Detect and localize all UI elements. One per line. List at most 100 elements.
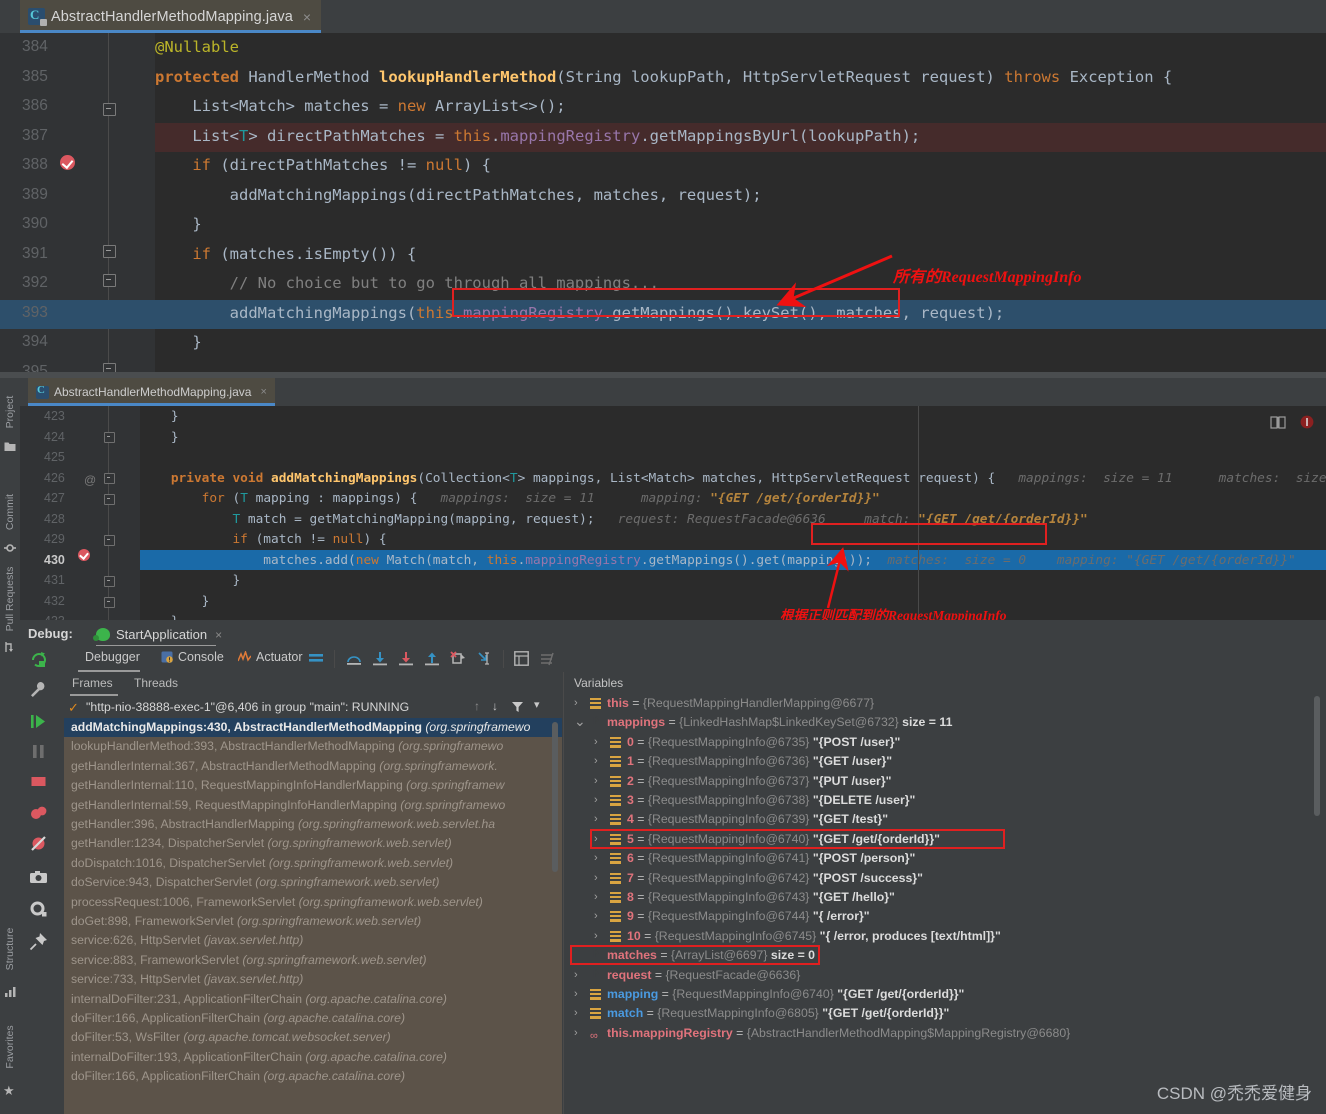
frame-row[interactable]: service:733, HttpServlet (javax.servlet.… xyxy=(64,970,562,989)
variable-row[interactable]: › 4 = {RequestMappingInfo@6739} "{GET /te… xyxy=(568,810,1326,829)
toolwindow-project-label[interactable]: Project xyxy=(4,385,16,439)
resume-icon[interactable] xyxy=(29,712,48,731)
drop-frame-icon[interactable] xyxy=(450,651,466,666)
chevron-down-icon[interactable]: ⌄ xyxy=(574,713,586,730)
tab-console[interactable]: Console xyxy=(161,650,224,664)
breakpoint-line-387[interactable] xyxy=(60,155,75,170)
chevron-right-icon[interactable]: › xyxy=(594,910,598,922)
toolwindow-pullrequests-label[interactable]: Pull Requests xyxy=(4,559,16,639)
thread-row[interactable]: ✓ "http-nio-38888-exec-1"@6,406 in group… xyxy=(62,696,562,718)
editor-tab-abstracthandlermethodmapping-2[interactable]: AbstractHandlerMethodMapping.java × xyxy=(28,378,275,406)
chevron-right-icon[interactable]: › xyxy=(594,930,598,942)
fold-marker-394[interactable] xyxy=(103,363,116,372)
chevron-right-icon[interactable]: › xyxy=(594,891,598,903)
tab-debugger[interactable]: Debugger xyxy=(80,650,140,664)
run-to-cursor-icon[interactable] xyxy=(476,651,492,666)
call-stack-frames-list[interactable]: addMatchingMappings:430, AbstractHandler… xyxy=(64,718,562,1114)
variable-row[interactable]: › this = {RequestMappingHandlerMapping@66… xyxy=(568,694,1326,713)
frame-row[interactable]: getHandler:396, AbstractHandlerMapping (… xyxy=(64,815,562,834)
frame-row[interactable]: doFilter:166, ApplicationFilterChain (or… xyxy=(64,1067,562,1086)
toolwindow-favorites-label[interactable]: Favorites xyxy=(4,1014,16,1080)
variables-scrollbar[interactable] xyxy=(1314,696,1320,816)
chevron-right-icon[interactable]: › xyxy=(574,969,578,981)
frames-scrollbar[interactable] xyxy=(552,722,558,872)
annotation-gutter-icon[interactable]: @ xyxy=(84,473,96,487)
frame-row[interactable]: internalDoFilter:231, ApplicationFilterC… xyxy=(64,990,562,1009)
frame-row[interactable]: processRequest:1006, FrameworkServlet (o… xyxy=(64,893,562,912)
frame-row[interactable]: getHandlerInternal:367, AbstractHandlerM… xyxy=(64,757,562,776)
settings-gear-icon[interactable] xyxy=(29,900,48,919)
settings-wrench-icon[interactable] xyxy=(29,680,48,699)
fold-marker-391[interactable] xyxy=(103,274,116,287)
variable-row[interactable]: › 3 = {RequestMappingInfo@6738} "{DELETE … xyxy=(568,791,1326,810)
variable-row[interactable]: › 5 = {RequestMappingInfo@6740} "{GET /ge… xyxy=(568,830,1326,849)
close-icon[interactable]: × xyxy=(303,9,311,25)
variables-tree[interactable]: › this = {RequestMappingHandlerMapping@66… xyxy=(568,694,1326,1114)
mute-breakpoints-icon[interactable] xyxy=(29,834,48,853)
variable-row[interactable]: › 0 = {RequestMappingInfo@6735} "{POST /u… xyxy=(568,733,1326,752)
chevron-right-icon[interactable]: › xyxy=(574,1007,578,1019)
snapshot-icon[interactable] xyxy=(29,868,48,887)
frame-row[interactable]: getHandler:1234, DispatcherServlet (org.… xyxy=(64,834,562,853)
book-icon[interactable] xyxy=(1270,416,1286,429)
arrow-down-icon[interactable]: ↓ xyxy=(492,699,498,713)
rerun-icon[interactable] xyxy=(29,650,48,669)
variable-row[interactable]: › 9 = {RequestMappingInfo@6744} "{ /error… xyxy=(568,907,1326,926)
frame-row[interactable]: doFilter:53, WsFilter (org.apache.tomcat… xyxy=(64,1028,562,1047)
variable-row[interactable]: › 8 = {RequestMappingInfo@6743} "{GET /he… xyxy=(568,888,1326,907)
debug-run-configuration-tab[interactable]: StartApplication × xyxy=(93,623,222,646)
variable-row[interactable]: › 6 = {RequestMappingInfo@6741} "{POST /p… xyxy=(568,849,1326,868)
arrow-up-icon[interactable]: ↑ xyxy=(474,699,480,713)
chevron-right-icon[interactable]: › xyxy=(574,697,578,709)
view-breakpoints-icon[interactable] xyxy=(29,804,48,823)
fold-marker-424[interactable] xyxy=(104,432,115,443)
pin-icon[interactable] xyxy=(29,932,48,951)
tab-actuator[interactable]: Actuator xyxy=(238,650,303,664)
variable-row[interactable]: › 1 = {RequestMappingInfo@6736} "{GET /us… xyxy=(568,752,1326,771)
variable-row[interactable]: › 2 = {RequestMappingInfo@6737} "{PUT /us… xyxy=(568,772,1326,791)
force-step-into-icon[interactable] xyxy=(398,651,414,666)
frame-row[interactable]: getHandlerInternal:59, RequestMappingInf… xyxy=(64,796,562,815)
stop-icon[interactable] xyxy=(29,772,48,791)
tab-threads[interactable]: Threads xyxy=(134,676,178,690)
frame-row[interactable]: doFilter:166, ApplicationFilterChain (or… xyxy=(64,1009,562,1028)
variable-row[interactable]: ⌄ mappings = {LinkedHashMap$LinkedKeySet@… xyxy=(568,713,1326,732)
frames-variables-splitter[interactable] xyxy=(563,672,564,1114)
chevron-right-icon[interactable]: › xyxy=(594,833,598,845)
chevron-right-icon[interactable]: › xyxy=(594,852,598,864)
chevron-right-icon[interactable]: › xyxy=(594,755,598,767)
frame-row[interactable]: addMatchingMappings:430, AbstractHandler… xyxy=(64,718,562,737)
bottom-editor-content[interactable]: 423 } 424 } 425 426 private void addMatchin… xyxy=(20,406,1326,620)
close-icon-2[interactable]: × xyxy=(260,386,266,398)
step-out-icon[interactable] xyxy=(424,651,440,666)
chevron-right-icon[interactable]: › xyxy=(574,988,578,1000)
frame-row[interactable]: getHandlerInternal:110, RequestMappingIn… xyxy=(64,776,562,795)
frame-row[interactable]: service:626, HttpServlet (javax.servlet.… xyxy=(64,931,562,950)
step-into-icon[interactable] xyxy=(372,651,388,666)
top-editor-content[interactable]: 384 @Nullable 385 protected HandlerMethod l… xyxy=(0,33,1326,372)
chevron-right-icon[interactable]: › xyxy=(594,872,598,884)
chevron-right-icon[interactable]: › xyxy=(594,736,598,748)
chevron-right-icon[interactable]: › xyxy=(594,813,598,825)
frame-row[interactable]: doService:943, DispatcherServlet (org.sp… xyxy=(64,873,562,892)
variable-row[interactable]: › mapping = {RequestMappingInfo@6740} "{G… xyxy=(568,985,1326,1004)
fold-marker-390[interactable] xyxy=(103,245,116,258)
frame-row[interactable]: internalDoFilter:193, ApplicationFilterC… xyxy=(64,1048,562,1067)
breakpoint-line-430[interactable] xyxy=(78,549,90,561)
dropdown-icon[interactable]: ▾ xyxy=(534,698,540,711)
fold-marker-431[interactable] xyxy=(104,576,115,587)
chevron-right-icon[interactable]: › xyxy=(594,775,598,787)
toolwindow-structure-label[interactable]: Structure xyxy=(4,916,16,982)
frame-row[interactable]: lookupHandlerMethod:393, AbstractHandler… xyxy=(64,737,562,756)
variable-row[interactable]: › match = {RequestMappingInfo@6805} "{GET… xyxy=(568,1004,1326,1023)
chevron-right-icon[interactable]: › xyxy=(594,794,598,806)
fold-marker-385[interactable] xyxy=(103,103,116,116)
fold-marker-427[interactable] xyxy=(104,494,115,505)
chevron-right-icon[interactable]: › xyxy=(574,1027,578,1039)
fold-marker-432[interactable] xyxy=(104,597,115,608)
frame-row[interactable]: doGet:898, FrameworkServlet (org.springf… xyxy=(64,912,562,931)
tab-frames[interactable]: Frames xyxy=(72,676,113,690)
filter-icon[interactable] xyxy=(512,702,523,712)
editor-tab-abstracthandlermethodmapping[interactable]: AbstractHandlerMethodMapping.java × xyxy=(20,0,322,33)
layout-icon[interactable] xyxy=(308,651,324,666)
